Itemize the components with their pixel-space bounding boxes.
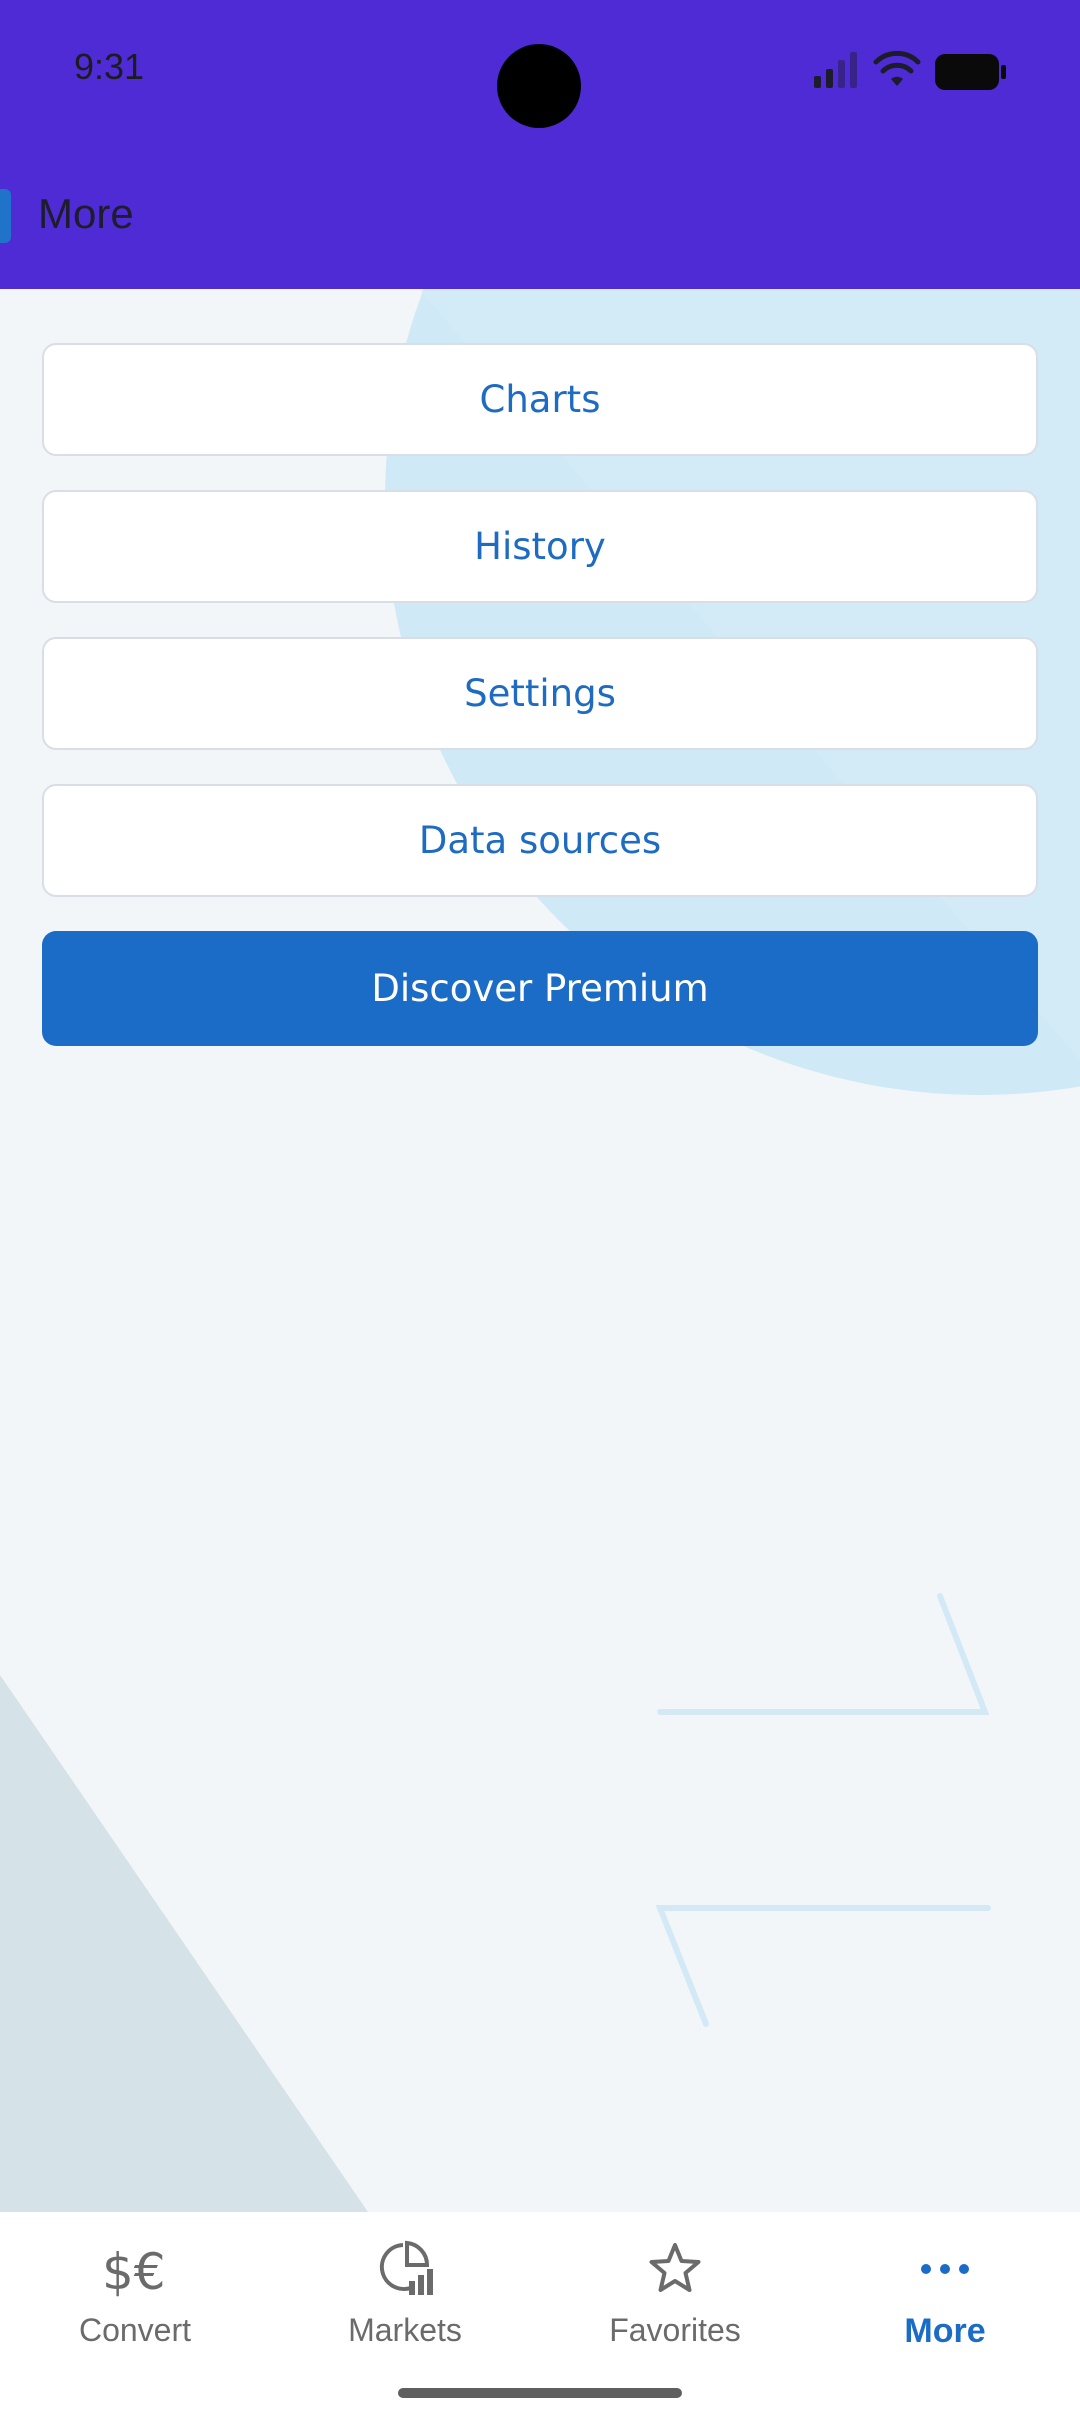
svg-text:$€: $€ [102, 2243, 166, 2299]
currency-exchange-icon: $€ [102, 2243, 166, 2299]
nav-convert-label: Convert [78, 2312, 192, 2348]
more-dots-icon [921, 2264, 969, 2274]
front-camera [497, 44, 581, 128]
battery-icon [935, 54, 1006, 90]
signal-icon [814, 52, 857, 88]
charts-button[interactable]: Charts [42, 343, 1038, 456]
page-title: More [38, 190, 134, 237]
nav-more-label: More [904, 2312, 986, 2350]
nav-markets[interactable]: Markets [270, 2212, 540, 2392]
markets-chart-icon [379, 2240, 433, 2295]
discover-premium-button[interactable]: Discover Premium [42, 931, 1038, 1046]
nav-favorites[interactable]: Favorites [540, 2212, 810, 2392]
more-menu: Charts History Settings Data sources Dis… [42, 343, 1038, 1046]
status-time: 9:31 [74, 46, 145, 87]
nav-favorites-label: Favorites [609, 2312, 741, 2348]
home-indicator [398, 2388, 682, 2398]
nav-convert[interactable]: $€ Convert [0, 2212, 270, 2392]
title-accent-bar [0, 189, 11, 243]
settings-button[interactable]: Settings [42, 637, 1038, 750]
wifi-icon [873, 50, 921, 86]
history-button[interactable]: History [42, 490, 1038, 603]
data-sources-button[interactable]: Data sources [42, 784, 1038, 897]
star-icon [649, 2243, 701, 2292]
nav-more[interactable]: More [810, 2212, 1080, 2392]
nav-markets-label: Markets [348, 2312, 462, 2348]
app-bar: 9:31 More [0, 0, 1080, 289]
